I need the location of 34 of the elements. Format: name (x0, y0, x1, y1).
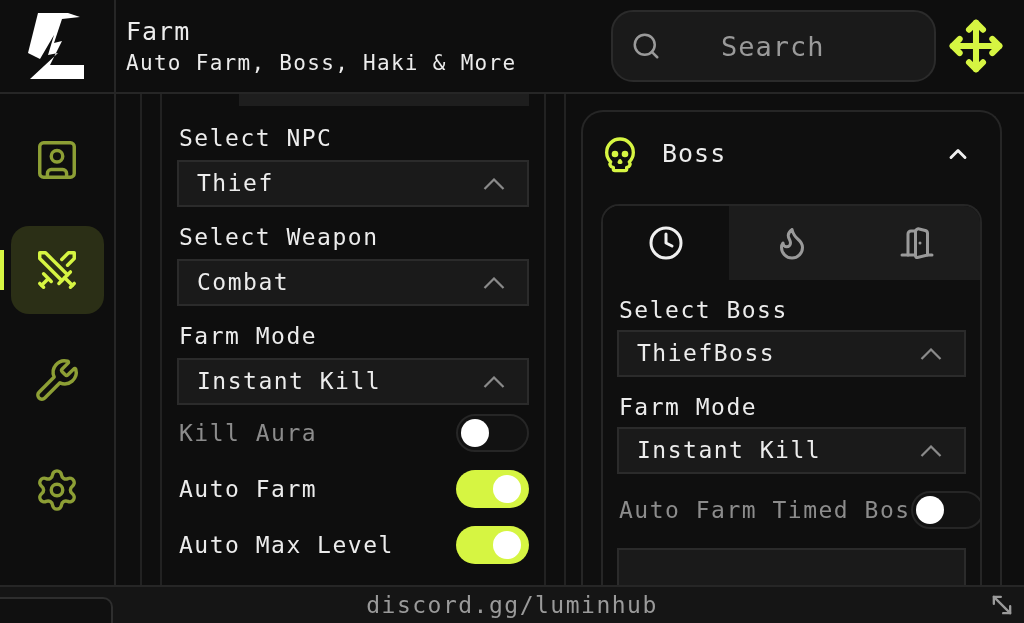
field-label: Farm Mode (618, 396, 758, 419)
toggle-label: Auto Max Level (178, 533, 394, 557)
toggle-label: Auto Farm Timed Bos (618, 498, 911, 522)
chevron-up-icon (483, 276, 505, 289)
toggle-switch[interactable] (456, 470, 529, 508)
chevron-up-icon (483, 375, 505, 388)
search-icon (631, 31, 661, 61)
page-subtitle: Auto Farm, Boss, Haki & More (126, 49, 517, 76)
dropdown[interactable]: Instant Kill (617, 427, 966, 474)
move-icon[interactable] (948, 18, 1004, 74)
search-field[interactable]: Search (611, 10, 936, 82)
dropdown[interactable]: Combat (177, 259, 529, 306)
toggle-switch[interactable] (456, 526, 529, 564)
chevron-up-icon (920, 347, 942, 360)
clock-icon (647, 225, 684, 261)
door-icon (899, 225, 936, 261)
sidebar-item[interactable] (10, 226, 104, 314)
toggle-label: Kill Aura (178, 421, 318, 445)
active-indicator (0, 250, 4, 290)
field-label: Select Weapon (178, 226, 379, 249)
field-label: Select NPC (178, 127, 333, 150)
dropdown[interactable]: ThiefBoss (617, 330, 966, 377)
page-title: Farm (126, 16, 192, 48)
chevron-up-icon (483, 177, 505, 190)
dropdown[interactable]: Thief (177, 160, 529, 207)
section-title: Boss (662, 138, 727, 171)
field-label: Select Boss (618, 299, 788, 322)
wrench-icon (34, 357, 80, 403)
logo-icon (28, 13, 86, 79)
chevron-up-icon (920, 444, 942, 457)
field-label: Farm Mode (178, 325, 318, 348)
tab[interactable] (854, 206, 980, 280)
toggle-label: Auto Farm (178, 477, 318, 501)
dropdown[interactable]: Instant Kill (177, 358, 529, 405)
